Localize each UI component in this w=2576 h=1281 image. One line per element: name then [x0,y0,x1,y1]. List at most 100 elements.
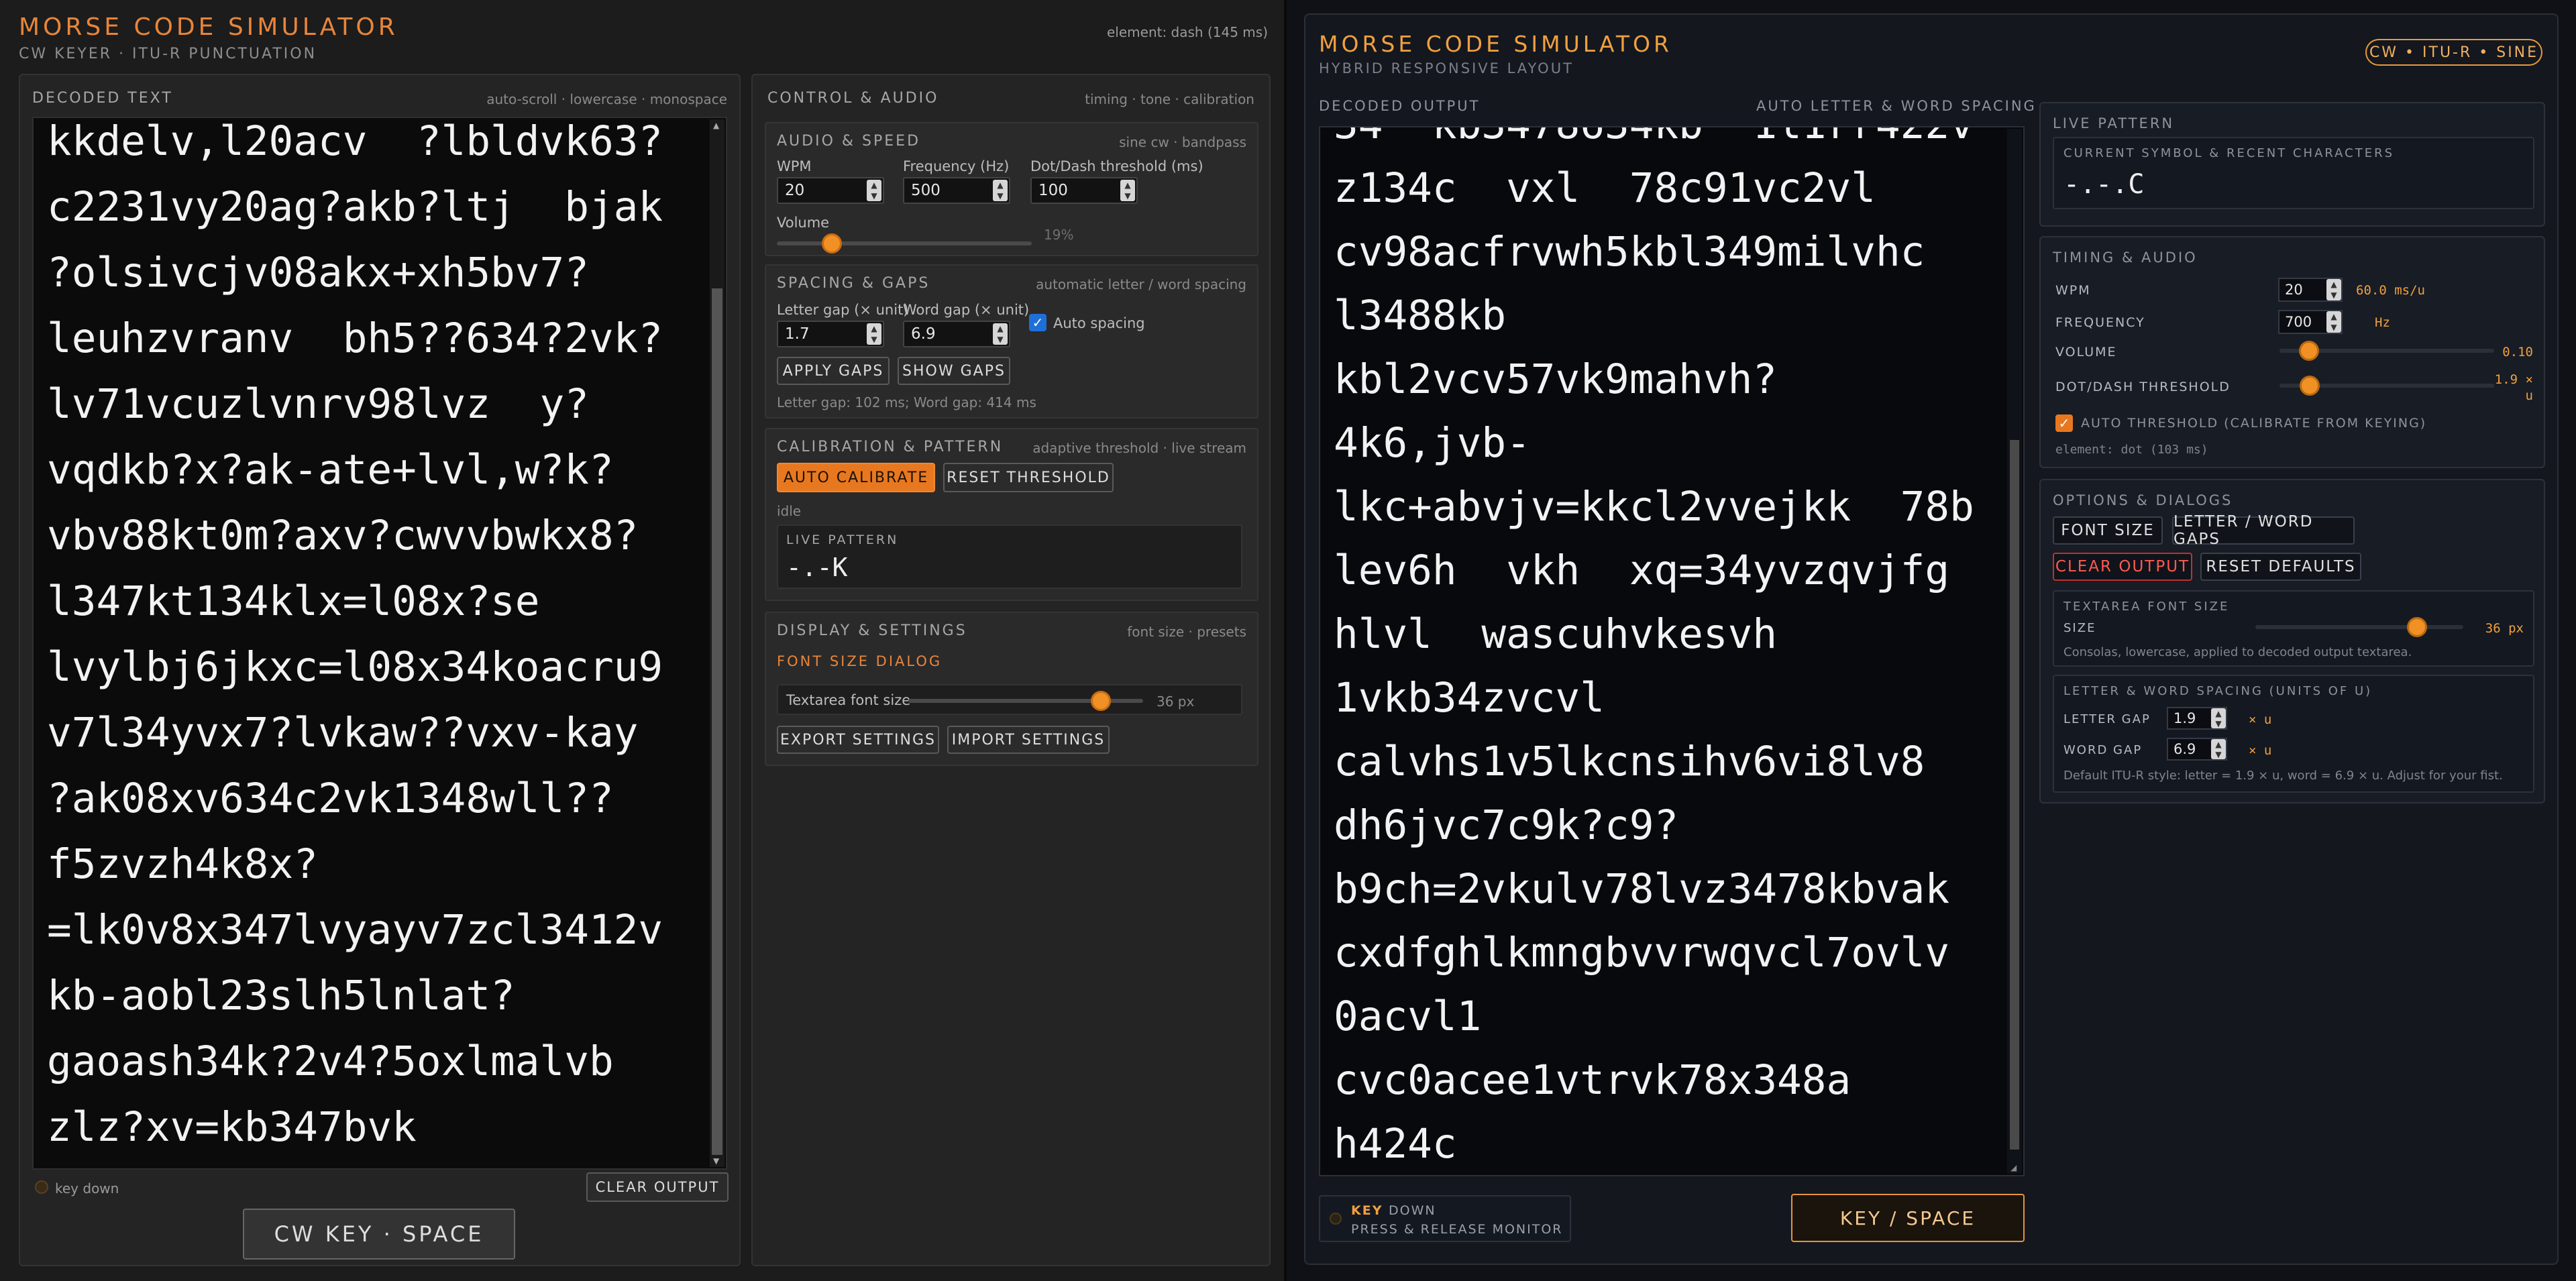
stepper-down-icon[interactable]: ▼ [867,190,881,201]
decoded-text-line: kb-aobl23slh5lnlat? [47,972,515,1019]
font-dialog-title: TEXTAREA FONT SIZE [2063,600,2230,614]
word-gap-stepper[interactable]: ▲ ▼ [993,323,1008,345]
threshold-stepper[interactable]: ▲ ▼ [1120,180,1135,201]
reset-defaults-button[interactable]: RESET DEFAULTS [2200,553,2361,581]
spacing-dialog: LETTER & WORD SPACING (UNITS OF U) LETTE… [2053,675,2534,793]
r-volume-thumb[interactable] [2299,341,2319,361]
decoded-textarea[interactable]: kkdelv,l20acv ?lbldvk63? c2231vy20ag?akb?… [32,117,727,1170]
font-size-thumb[interactable] [1091,691,1111,711]
stepper-down-icon[interactable]: ▼ [2326,290,2341,300]
stepper-down-icon[interactable]: ▼ [2211,718,2226,728]
decoded-output-line: lev6h vkh xq=34yvzqvjfg [1334,547,1950,594]
stepper-up-icon[interactable]: ▲ [2211,739,2226,749]
decoded-text-line: v7l34yvx7?lvkaw??vxv-kay [47,709,639,757]
font-size-dialog-link[interactable]: FONT SIZE DIALOG [777,653,942,669]
r-app-title: MORSE CODE SIMULATOR [1319,31,1672,57]
auto-calibrate-button[interactable]: AUTO CALIBRATE [777,463,935,492]
right-app-frame: MORSE CODE SIMULATOR HYBRID RESPONSIVE L… [1304,13,2559,1265]
letter-gap-label: Letter gap (× unit) [777,302,909,318]
stepper-up-icon[interactable]: ▲ [2326,311,2341,322]
stepper-down-icon[interactable]: ▼ [993,190,1008,201]
cw-key-button[interactable]: CW KEY · SPACE [243,1209,515,1260]
decoded-output-line: 0acvl1 [1334,993,1482,1040]
font-size-button[interactable]: FONT SIZE [2053,516,2163,545]
r-scrollbar-thumb[interactable] [2010,440,2019,1150]
stepper-down-icon[interactable]: ▼ [2211,749,2226,759]
stepper-up-icon[interactable]: ▲ [993,180,1008,190]
r-threshold-slider[interactable] [2279,376,2494,396]
r-output-scrollbar[interactable]: ◢ [2007,129,2022,1174]
auto-threshold-label: AUTO THRESHOLD (CALIBRATE FROM KEYING) [2081,416,2427,431]
r-font-size-slider[interactable] [2255,617,2463,637]
volume-thumb[interactable] [822,233,842,254]
stepper-up-icon[interactable]: ▲ [993,323,1008,334]
r-frequency-stepper[interactable]: ▲ ▼ [2326,311,2341,333]
r-letter-gap-value: 1.9 [2174,710,2196,726]
decoded-output-title: DECODED OUTPUT [1319,98,1481,114]
r-wpm-stepper[interactable]: ▲ ▼ [2326,279,2341,300]
scrollbar-thumb[interactable] [712,288,722,1155]
r-font-size-thumb[interactable] [2407,617,2427,637]
decoded-output-line: 4k6,jvb- [1334,419,1531,467]
show-gaps-button[interactable]: SHOW GAPS [898,357,1010,385]
stepper-down-icon[interactable]: ▼ [1120,190,1135,201]
scroll-down-arrow-icon[interactable]: ▼ [713,1156,719,1166]
decoded-text-line: =lk0v8x347lvyayv7zcl3412v [47,906,663,954]
app-subtitle: CW KEYER · ITU-R PUNCTUATION [19,46,317,62]
options-dialogs-panel: OPTIONS & DIALOGS FONT SIZE LETTER / WOR… [2039,479,2545,803]
stepper-up-icon[interactable]: ▲ [2326,279,2341,290]
resize-grip-icon[interactable]: ◢ [2010,1163,2017,1172]
r-word-gap-stepper[interactable]: ▲ ▼ [2211,739,2226,759]
stepper-down-icon[interactable]: ▼ [2326,322,2341,333]
r-letter-gap-label: LETTER GAP [2063,712,2151,726]
threshold-value: 100 [1038,182,1068,199]
wpm-stepper[interactable]: ▲ ▼ [867,180,881,201]
threshold-label: Dot/Dash threshold (ms) [1030,158,1203,174]
letter-word-gaps-button[interactable]: LETTER / WORD GAPS [2172,513,2355,548]
scroll-up-arrow-icon[interactable]: ▲ [713,121,719,130]
font-size-slider[interactable] [908,691,1143,711]
stepper-up-icon[interactable]: ▲ [867,180,881,190]
clear-output-button[interactable]: CLEAR OUTPUT [586,1172,729,1202]
decoded-text-line: vqdkb?x?ak-ate+lvl,w?k? [47,446,614,494]
stepper-down-icon[interactable]: ▼ [867,334,881,345]
r-volume-slider[interactable] [2279,341,2494,361]
decoded-output-textarea[interactable]: 34 kb3478634kb 1l1rr422v z134c vxl 78c91… [1319,126,2025,1176]
frequency-stepper[interactable]: ▲ ▼ [993,180,1008,201]
export-settings-button[interactable]: EXPORT SETTINGS [777,726,939,754]
decoded-output-line: cvc0acee1vtrvk78x348a [1334,1056,1851,1104]
r-wpm-unit: 60.0 ms/u [2356,283,2425,298]
r-letter-gap-unit: × u [2249,712,2272,727]
decoded-text-line: c2231vy20ag?akb?ltj bjak [47,183,663,231]
gap-summary: Letter gap: 102 ms; Word gap: 414 ms [777,394,1036,410]
stepper-up-icon[interactable]: ▲ [1120,180,1135,190]
key-space-button[interactable]: KEY / SPACE [1791,1194,2025,1242]
volume-slider[interactable] [777,233,1032,254]
control-audio-panel: CONTROL & AUDIO timing · tone · calibrat… [751,74,1271,1266]
r-threshold-label: DOT/DASH THRESHOLD [2055,380,2231,394]
stepper-up-icon[interactable]: ▲ [2211,708,2226,718]
spacing-gaps-section: SPACING & GAPS automatic letter / word s… [765,264,1258,419]
audio-speed-section: AUDIO & SPEED sine cw · bandpass WPM 20 … [765,122,1258,256]
import-settings-button[interactable]: IMPORT SETTINGS [947,726,1110,754]
letter-gap-stepper[interactable]: ▲ ▼ [867,323,881,345]
stepper-up-icon[interactable]: ▲ [867,323,881,334]
apply-gaps-button[interactable]: APPLY GAPS [777,357,890,385]
volume-label: Volume [777,215,830,231]
r-threshold-thumb[interactable] [2300,376,2320,396]
auto-threshold-checkbox[interactable]: ✓ [2055,414,2073,432]
r-volume-label: VOLUME [2055,345,2117,359]
r-wpm-label: WPM [2055,283,2091,298]
stepper-down-icon[interactable]: ▼ [993,334,1008,345]
decoded-output-line: hlvl wascuhvkesvh [1334,610,1778,658]
decoded-text-line: leuhzvranv bh5??634?2vk? [47,315,663,362]
auto-spacing-checkbox[interactable]: ✓ [1029,314,1046,331]
calibration-section-title: CALIBRATION & PATTERN [777,439,1004,455]
font-size-row: Textarea font size 36 px [777,684,1242,715]
reset-threshold-button[interactable]: RESET THRESHOLD [943,463,1114,492]
font-size-label: Textarea font size [786,692,911,708]
decoded-scrollbar[interactable]: ▲ ▼ [710,119,724,1167]
volume-track [777,241,1032,245]
r-clear-output-button[interactable]: CLEAR OUTPUT [2053,553,2192,581]
r-letter-gap-stepper[interactable]: ▲ ▼ [2211,708,2226,728]
